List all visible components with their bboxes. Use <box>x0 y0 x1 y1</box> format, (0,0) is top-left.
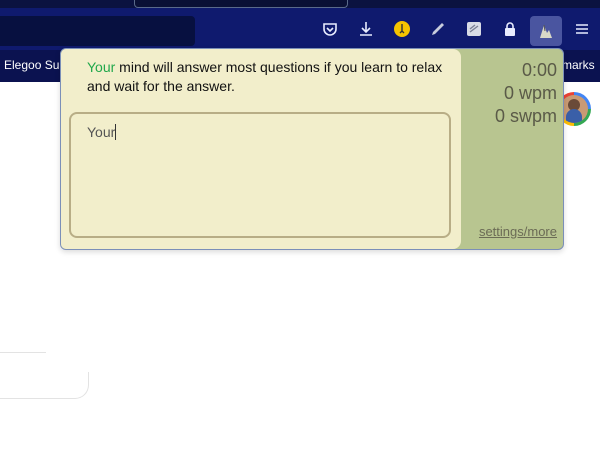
pocket-icon[interactable] <box>318 17 342 41</box>
url-bar[interactable] <box>0 16 195 46</box>
timer: 0:00 <box>521 60 557 80</box>
typing-input[interactable]: Your <box>69 112 451 238</box>
prompt-text: Your mind will answer most questions if … <box>87 58 447 96</box>
notes-icon[interactable] <box>462 17 486 41</box>
bookmarks-folder-label[interactable]: marks <box>562 58 595 72</box>
download-icon[interactable] <box>354 17 378 41</box>
bookmark-item[interactable]: Elegoo Sup <box>4 58 66 72</box>
tab-strip <box>0 0 600 8</box>
divider <box>0 352 46 353</box>
typing-extension-icon[interactable] <box>530 16 562 46</box>
typing-input-value: Your <box>87 124 116 140</box>
menu-icon[interactable] <box>570 17 594 41</box>
page-card <box>0 372 89 399</box>
wpm-counter: 0 wpm <box>503 83 557 103</box>
prompt-remaining-text: mind will answer most questions if you l… <box>87 59 443 94</box>
extension-badge-icon[interactable] <box>390 17 414 41</box>
lock-icon[interactable] <box>498 17 522 41</box>
text-caret <box>115 124 117 140</box>
typing-popup: Your mind will answer most questions if … <box>60 48 564 250</box>
swpm-counter: 0 swpm <box>494 106 557 126</box>
settings-link[interactable]: settings/more <box>479 224 557 239</box>
pen-icon[interactable] <box>426 17 450 41</box>
prompt-typed-text: Your <box>87 59 116 75</box>
active-tab[interactable] <box>134 0 348 8</box>
typing-panel: Your mind will answer most questions if … <box>61 49 461 249</box>
stats-panel: 0:00 0 wpm 0 swpm <box>495 59 557 128</box>
